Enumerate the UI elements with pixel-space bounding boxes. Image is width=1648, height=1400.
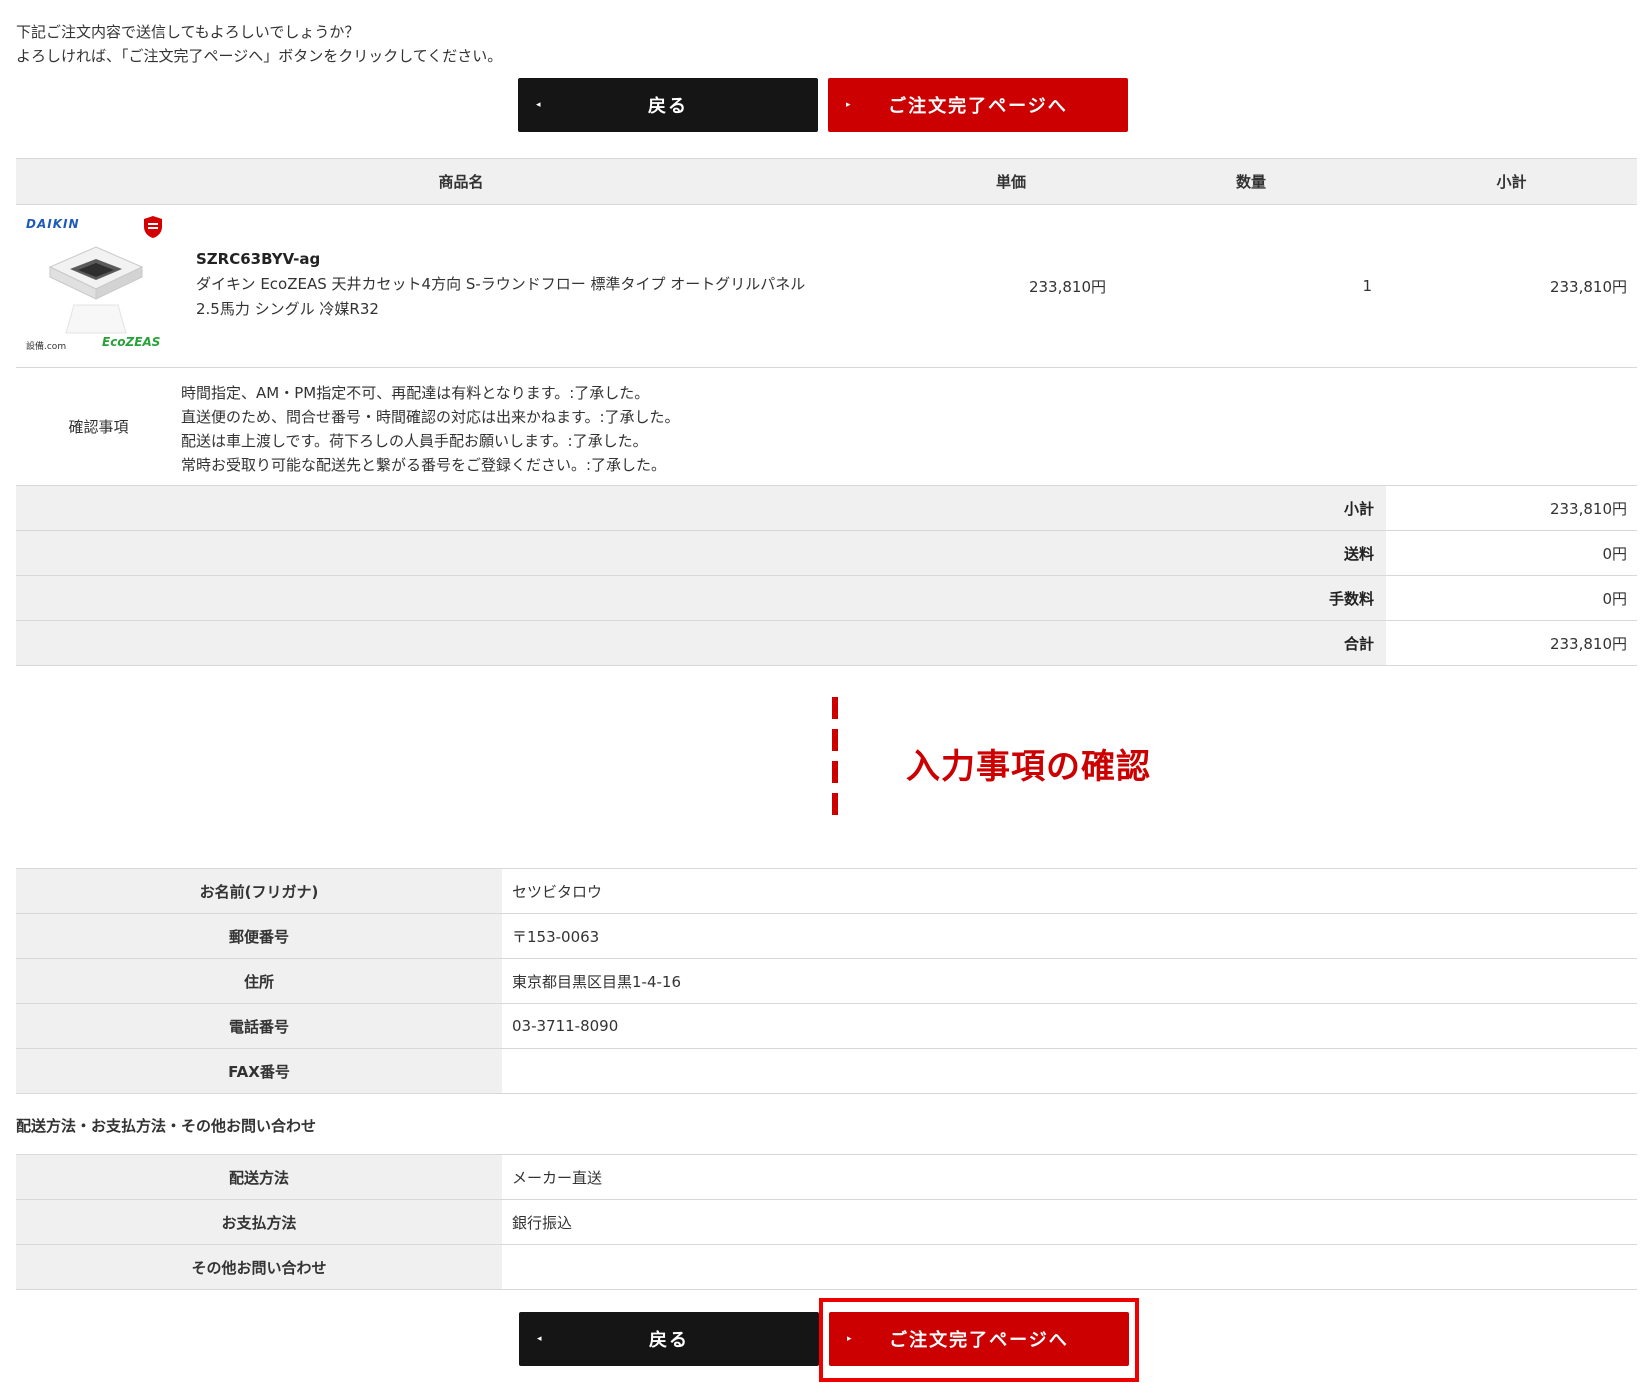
info-row: 郵便番号 〒153-0063 — [16, 913, 1637, 959]
cart-item-row: DAIKIN 設備.com EcoZEAS SZRC63BYV-ag ダイキン … — [16, 204, 1637, 368]
subtotal-cell: 233,810円 — [1386, 204, 1637, 368]
back-arrow-icon: ◂ — [536, 100, 541, 110]
unit-price-cell: 233,810円 — [906, 204, 1116, 368]
warranty-badge-icon — [144, 216, 162, 238]
cart-header-row: 商品名 単価 数量 小計 — [16, 158, 1637, 205]
info-label: お名前(フリガナ) — [16, 868, 502, 914]
product-image[interactable]: DAIKIN 設備.com EcoZEAS — [26, 211, 176, 361]
summary-label: 送料 — [16, 530, 1386, 576]
info-row: その他お問い合わせ — [16, 1244, 1637, 1290]
setsubi-logo: 設備.com — [26, 342, 67, 352]
back-arrow-icon: ◂ — [537, 1334, 542, 1344]
delivery-info-table: 配送方法 メーカー直送 お支払方法 銀行振込 その他お問い合わせ — [16, 1154, 1637, 1290]
section-title: 入力事項の確認 — [906, 747, 1151, 787]
info-value — [502, 1048, 1637, 1094]
ecozeas-logo: EcoZEAS — [102, 335, 161, 349]
info-value: 東京都目黒区目黒1-4-16 — [502, 958, 1637, 1004]
confirmation-line: 直送便のため、問合せ番号・時間確認の対応は出来かねます。:了承した。 — [181, 407, 680, 426]
header-unit-price: 単価 — [906, 158, 1116, 205]
summary-label: 小計 — [16, 485, 1386, 531]
info-value: メーカー直送 — [502, 1154, 1637, 1200]
product-info: SZRC63BYV-ag ダイキン EcoZEAS 天井カセット4方向 S-ラウ… — [196, 250, 816, 322]
info-value: 〒153-0063 — [502, 913, 1637, 959]
intro-line-2: よろしければ、「ご注文完了ページへ」ボタンをクリックしてください。 — [16, 47, 503, 65]
confirmation-line: 配送は車上渡しです。荷下ろしの人員手配お願いします。:了承した。 — [181, 431, 648, 450]
summary-row-shipping: 送料 0円 — [16, 530, 1637, 576]
back-button-top[interactable]: ◂ 戻る — [518, 78, 818, 132]
summary-row-total: 合計 233,810円 — [16, 620, 1637, 666]
cart-table: 商品名 単価 数量 小計 DAIKIN 設備.com EcoZEAS SZRC6… — [16, 158, 1637, 666]
bottom-button-row: ◂ 戻る ▸ ご注文完了ページへ — [0, 1298, 1648, 1382]
info-value: 03-3711-8090 — [502, 1003, 1637, 1049]
ceiling-cassette-icon — [48, 246, 144, 334]
info-value — [502, 1244, 1637, 1290]
summary-label: 合計 — [16, 620, 1386, 666]
summary-value: 0円 — [1386, 575, 1637, 621]
confirmation-line: 時間指定、AM・PM指定不可、再配達は有料となります。:了承した。 — [181, 383, 650, 402]
customer-info-table: お名前(フリガナ) セツビタロウ 郵便番号 〒153-0063 住所 東京都目黒… — [16, 868, 1637, 1094]
info-label: お支払方法 — [16, 1199, 502, 1245]
delivery-heading: 配送方法・お支払方法・その他お問い合わせ — [16, 1117, 317, 1135]
confirmation-row: 確認事項 時間指定、AM・PM指定不可、再配達は有料となります。:了承した。 直… — [16, 367, 1637, 486]
info-label: 郵便番号 — [16, 913, 502, 959]
summary-value: 233,810円 — [1386, 620, 1637, 666]
info-value: セツビタロウ — [502, 868, 1637, 914]
next-arrow-icon: ▸ — [846, 100, 851, 110]
next-arrow-icon: ▸ — [847, 1334, 852, 1344]
order-complete-button-top[interactable]: ▸ ご注文完了ページへ — [828, 78, 1128, 132]
top-button-row: ◂ 戻る ▸ ご注文完了ページへ — [0, 78, 1648, 134]
summary-label: 手数料 — [16, 575, 1386, 621]
info-row: 住所 東京都目黒区目黒1-4-16 — [16, 958, 1637, 1004]
info-label: 住所 — [16, 958, 502, 1004]
confirmation-cell: 確認事項 時間指定、AM・PM指定不可、再配達は有料となります。:了承した。 直… — [16, 367, 1637, 486]
back-button-bottom[interactable]: ◂ 戻る — [519, 1312, 819, 1366]
info-row: お名前(フリガナ) セツビタロウ — [16, 868, 1637, 914]
order-complete-button-bottom[interactable]: ▸ ご注文完了ページへ — [829, 1312, 1129, 1366]
product-cell: DAIKIN 設備.com EcoZEAS SZRC63BYV-ag ダイキン … — [16, 204, 906, 368]
back-button-label: 戻る — [648, 96, 688, 117]
product-code[interactable]: SZRC63BYV-ag — [196, 250, 816, 268]
info-row: FAX番号 — [16, 1048, 1637, 1094]
confirmation-line: 常時お受取り可能な配送先と繋がる番号をご登録ください。:了承した。 — [181, 455, 667, 474]
summary-value: 0円 — [1386, 530, 1637, 576]
daikin-logo: DAIKIN — [26, 217, 80, 231]
info-row: お支払方法 銀行振込 — [16, 1199, 1637, 1245]
summary-row-fee: 手数料 0円 — [16, 575, 1637, 621]
info-value: 銀行振込 — [502, 1199, 1637, 1245]
header-quantity: 数量 — [1116, 158, 1386, 205]
confirmation-text: 時間指定、AM・PM指定不可、再配達は有料となります。:了承した。 直送便のため… — [181, 377, 680, 477]
info-row: 配送方法 メーカー直送 — [16, 1154, 1637, 1200]
summary-value: 233,810円 — [1386, 485, 1637, 531]
confirmation-label: 確認事項 — [68, 418, 129, 436]
info-row: 電話番号 03-3711-8090 — [16, 1003, 1637, 1049]
info-label: その他お問い合わせ — [16, 1244, 502, 1290]
quantity-cell: 1 — [1116, 204, 1386, 368]
back-button-label: 戻る — [649, 1330, 689, 1351]
header-product: 商品名 — [16, 158, 906, 205]
info-label: 配送方法 — [16, 1154, 502, 1200]
intro-line-1: 下記ご注文内容で送信してもよろしいでしょうか？ — [16, 23, 360, 41]
intro-message: 下記ご注文内容で送信してもよろしいでしょうか？ よろしければ、「ご注文完了ページ… — [16, 20, 502, 68]
dashed-bar-divider — [832, 697, 838, 823]
product-description: ダイキン EcoZEAS 天井カセット4方向 S-ラウンドフロー 標準タイプ オ… — [196, 275, 806, 318]
header-subtotal: 小計 — [1386, 158, 1637, 205]
info-label: FAX番号 — [16, 1048, 502, 1094]
summary-row-subtotal: 小計 233,810円 — [16, 485, 1637, 531]
order-complete-button-label: ご注文完了ページへ — [889, 1330, 1069, 1351]
info-label: 電話番号 — [16, 1003, 502, 1049]
order-complete-button-label: ご注文完了ページへ — [888, 96, 1068, 117]
